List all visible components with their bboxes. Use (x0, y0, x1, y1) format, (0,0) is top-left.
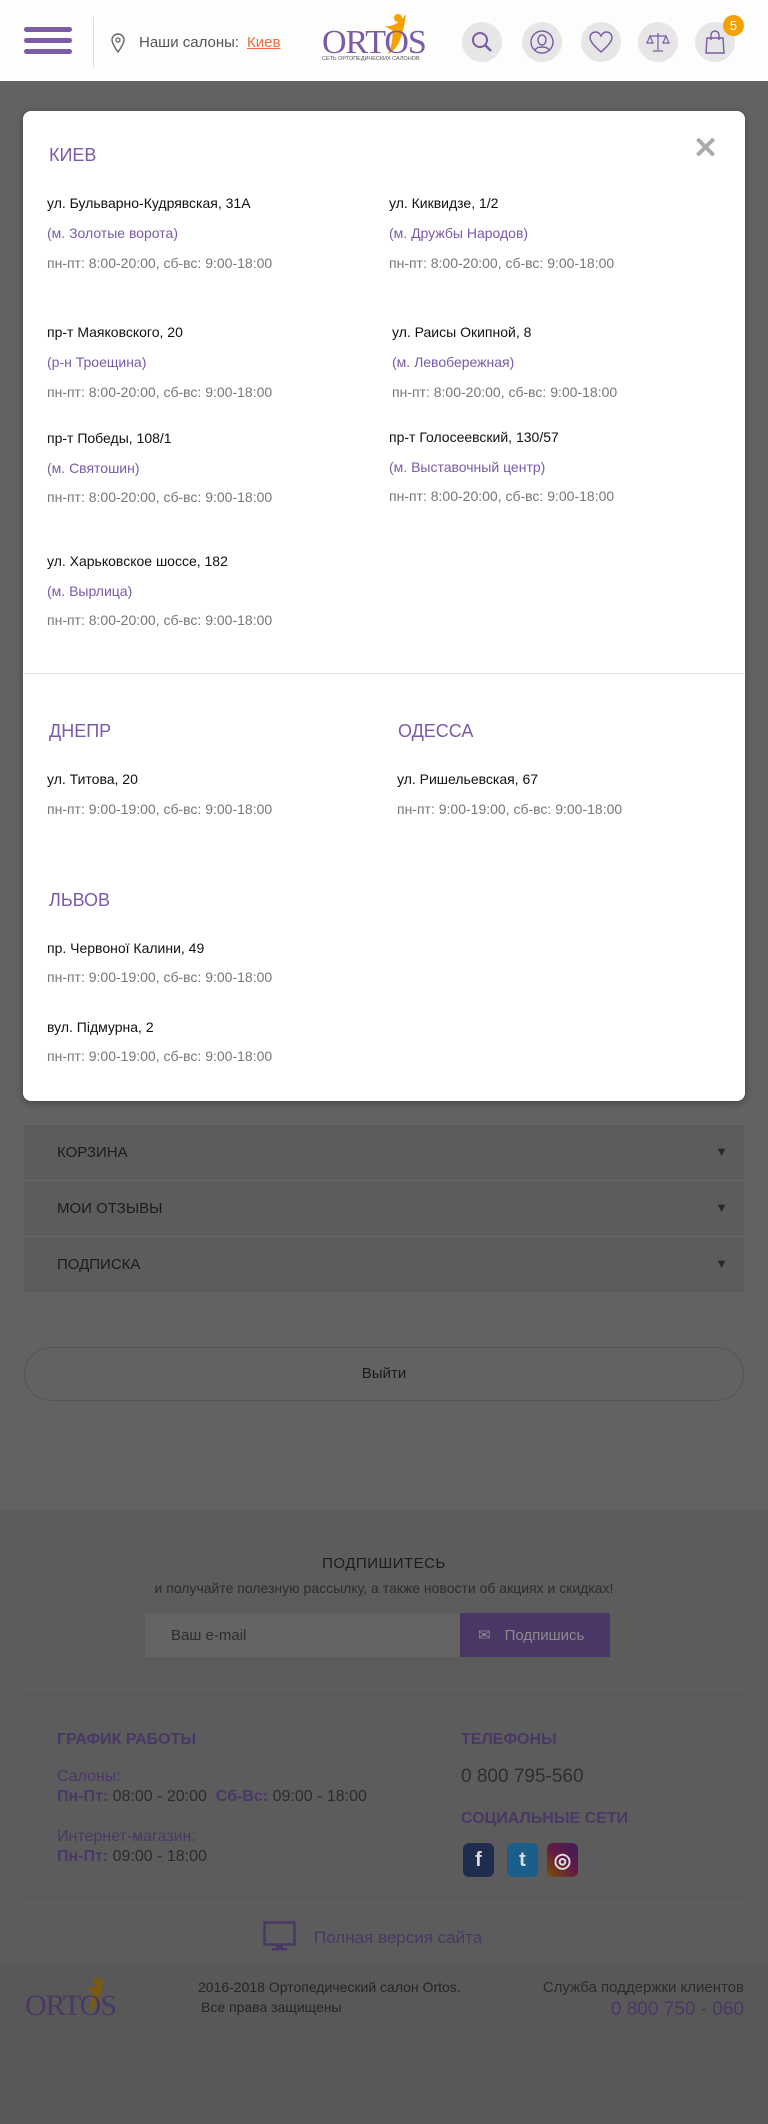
salon-address: ул. Бульварно-Кудрявская, 31А (47, 195, 251, 211)
salon-hours: пн-пт: 8:00-20:00, сб-вс: 9:00-18:00 (389, 488, 615, 504)
salon-address: пр-т Победы, 108/1 (47, 430, 172, 446)
salon-address: ул. Ришельевская, 67 (397, 771, 539, 787)
schedule-title: ГРАФИК РАБОТЫ (57, 1731, 197, 1748)
email-input[interactable] (145, 1613, 460, 1657)
salon-metro: (м. Святошин) (47, 460, 140, 476)
chevron-down-icon: ▼ (715, 1256, 728, 1271)
salon-hours: пн-пт: 8:00-20:00, сб-вс: 9:00-18:00 (47, 612, 273, 628)
salons-schedule-label: Салоны: (57, 1768, 121, 1785)
salon-address: ул. Харьковское шоссе, 182 (47, 553, 228, 569)
accordion-item-cart[interactable]: Корзина ▼ (24, 1124, 744, 1180)
full-version-link[interactable]: Полная версия сайта (314, 1928, 482, 1948)
salon-hours: пн-пт: 9:00-19:00, сб-вс: 9:00-18:00 (47, 801, 273, 817)
subscribe-title: ПОДПИШИТЕСЬ (322, 1555, 446, 1572)
salon-hours: пн-пт: 9:00-19:00, сб-вс: 9:00-18:00 (47, 969, 273, 985)
shop-schedule-label: Интернет-магазин: (57, 1828, 196, 1845)
search-icon (472, 32, 492, 52)
salon-address: пр-т Голосеевский, 130/57 (389, 429, 559, 445)
copyright: 2016-2018 Ортопедический салон Ortos. (198, 1979, 461, 1995)
salon-address: ул. Титова, 20 (47, 771, 138, 787)
subscribe-button[interactable]: ✉ Подпишись (460, 1613, 610, 1657)
compare-button[interactable] (638, 22, 678, 62)
salon-address: пр-т Маяковского, 20 (47, 324, 183, 340)
city-title-kiev: Киев (49, 145, 97, 165)
social-title: СОЦИАЛЬНЫЕ СЕТИ (461, 1810, 629, 1827)
city-title-lviv: Львов (49, 890, 111, 910)
salon-hours: пн-пт: 8:00-20:00, сб-вс: 9:00-18:00 (392, 384, 618, 400)
salon-hours: пн-пт: 9:00-19:00, сб-вс: 9:00-18:00 (397, 801, 623, 817)
salon-hours: пн-пт: 9:00-19:00, сб-вс: 9:00-18:00 (47, 1048, 273, 1064)
city-title-odessa: Одесса (398, 721, 474, 741)
accordion-item-subscription[interactable]: Подписка ▼ (24, 1236, 744, 1292)
salon-address: ул. Киквидзе, 1/2 (389, 195, 499, 211)
close-icon[interactable]: ✕ (693, 131, 718, 166)
subscribe-subtitle: и получайте полезную рассылку, а также н… (154, 1580, 614, 1596)
wishlist-button[interactable] (581, 22, 621, 62)
footer: ПОДПИШИТЕСЬ и получайте полезную рассылк… (0, 1510, 768, 1965)
salons-modal: ✕ Киев ул. Бульварно-Кудрявская, 31А (м.… (23, 111, 745, 1101)
salon-metro: (м. Дружбы Народов) (389, 225, 529, 241)
salons-schedule: Пн-Пт: 08:00 - 20:00 Сб-Вс: 09:00 - 18:0… (57, 1788, 367, 1805)
envelope-icon: ✉ (478, 1627, 491, 1644)
menu-icon[interactable] (24, 27, 72, 55)
chevron-down-icon: ▼ (715, 1200, 728, 1215)
bottom-bar: ORTOS 2016-2018 Ортопедический салон Ort… (0, 1965, 768, 2124)
support-phone[interactable]: 0 800 750 - 060 (611, 1999, 744, 2021)
salon-metro: (м. Золотые ворота) (47, 225, 178, 241)
phones-title: ТЕЛЕФОНЫ (461, 1731, 557, 1748)
header: Наши салоны: Киев ORTOS СЕТЬ ОРТОПЕДИЧЕС… (0, 0, 768, 81)
shop-schedule: Пн-Пт: 09:00 - 18:00 (57, 1848, 207, 1865)
facebook-icon[interactable]: f (463, 1843, 494, 1877)
logout-button[interactable]: Выйти (24, 1347, 744, 1401)
account-button[interactable] (522, 22, 562, 62)
salon-address: ул. Раисы Окипной, 8 (392, 324, 532, 340)
logo[interactable]: ORTOS СЕТЬ ОРТОПЕДИЧЕСКИХ САЛОНОВ (322, 10, 427, 66)
city-title-dnepr: Днепр (49, 721, 112, 741)
divider (24, 1902, 744, 1903)
support-label: Служба поддержки клиентов (542, 1979, 744, 1996)
heart-icon (589, 31, 613, 53)
user-icon (530, 30, 554, 54)
salon-hours: пн-пт: 8:00-20:00, сб-вс: 9:00-18:00 (389, 255, 615, 271)
cart-count-badge: 5 (723, 15, 744, 36)
shopping-bag-icon (705, 30, 725, 54)
salon-address: вул. Підмурна, 2 (47, 1019, 154, 1035)
footer-logo[interactable]: ORTOS (25, 1973, 125, 2023)
salon-hours: пн-пт: 8:00-20:00, сб-вс: 9:00-18:00 (47, 255, 273, 271)
twitter-icon[interactable]: t (507, 1843, 538, 1877)
chevron-down-icon: ▼ (715, 1144, 728, 1159)
compare-scales-icon (646, 33, 670, 52)
salon-metro: (р-н Троещина) (47, 354, 147, 370)
accordion-item-reviews[interactable]: Мои отзывы ▼ (24, 1180, 744, 1236)
phone-link[interactable]: 0 800 795-560 (461, 1766, 584, 1788)
monitor-icon (263, 1921, 296, 1951)
location-pin-icon (111, 33, 125, 53)
salon-metro: (м. Вырлица) (47, 583, 133, 599)
salon-hours: пн-пт: 8:00-20:00, сб-вс: 9:00-18:00 (47, 384, 273, 400)
city-link[interactable]: Киев (247, 34, 280, 51)
instagram-icon[interactable]: ◎ (547, 1843, 578, 1877)
rights: Все права защищены (201, 1999, 342, 2015)
salons-label: Наши салоны: (139, 34, 240, 51)
salon-address: пр. Червоної Калини, 49 (47, 940, 205, 956)
divider (93, 17, 94, 67)
search-button[interactable] (462, 22, 502, 62)
divider (23, 673, 745, 674)
salon-metro: (м. Выставочный центр) (389, 459, 546, 475)
salon-hours: пн-пт: 8:00-20:00, сб-вс: 9:00-18:00 (47, 489, 273, 505)
divider (24, 1689, 744, 1690)
salon-metro: (м. Левобережная) (392, 354, 515, 370)
